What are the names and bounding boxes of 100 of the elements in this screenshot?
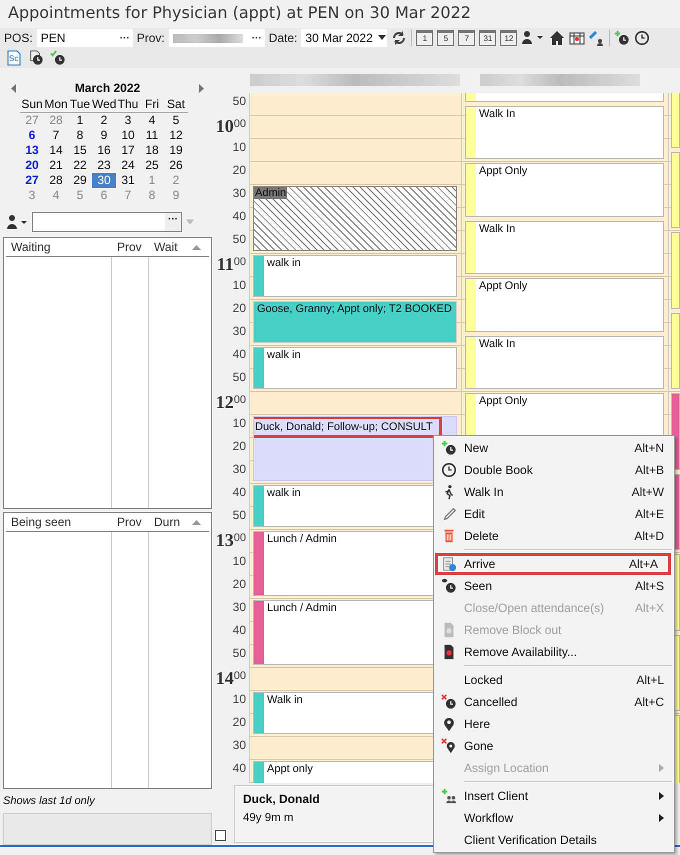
document-icon[interactable] [6,50,22,66]
calendar-view-button[interactable]: 31 [479,30,496,46]
calendar-view-button[interactable]: 12 [500,30,518,46]
calendar-view-button[interactable]: 7 [458,30,476,46]
calendar-day[interactable]: 29 [68,173,92,188]
calendar-day[interactable]: 10 [116,128,140,143]
weekday-label: Sun [20,96,44,113]
calendar-day[interactable]: 28 [44,173,68,188]
date-dropdown[interactable]: 30 Mar 2022 [301,29,388,47]
refresh-icon[interactable] [391,30,408,46]
home-icon[interactable] [549,30,566,46]
calendar-view-button[interactable]: 5 [437,30,454,46]
calendar-day[interactable]: 18 [140,143,164,158]
time-label: 50 [232,645,247,662]
person-filter-field[interactable]: ··· [32,212,182,232]
calendar-day[interactable]: 20 [20,158,44,173]
menu-item[interactable]: Insert Client [434,785,674,807]
calendar-view-button[interactable]: 1 [416,30,434,46]
column-header[interactable]: Durn [149,513,205,531]
calendar-day[interactable]: 25 [140,158,164,173]
calendar-day[interactable]: 21 [44,158,68,173]
time-label: 40 [232,208,247,225]
calendar-day[interactable]: 9 [92,128,116,143]
menu-item[interactable]: Locked Alt+L [434,669,674,691]
calendar-day[interactable]: 2 [92,113,116,128]
blocked-time[interactable]: Admin [253,186,457,251]
clock-cross-icon [441,694,457,710]
chevron-right-icon[interactable] [198,84,205,92]
menu-item[interactable]: Gone [434,735,674,757]
weekday-label: Mon [44,96,68,113]
location-pin-icon [441,716,457,732]
calendar-day[interactable]: 16 [92,143,116,158]
calendar-day[interactable]: 3 [116,113,140,128]
document-clock-icon[interactable] [28,50,44,66]
calendar-day[interactable]: 8 [68,128,92,143]
shortcut-text: Alt+X [634,601,664,615]
calendar-day[interactable]: 4 [140,113,164,128]
ellipsis-button[interactable]: ··· [250,32,264,44]
calendar-day[interactable]: 15 [68,143,92,158]
calendar-day[interactable]: 1 [68,113,92,128]
calendar-day[interactable]: 19 [164,143,188,158]
appointment[interactable]: Walk In [465,220,664,274]
calendar-day[interactable]: 5 [164,113,188,128]
calendar-day[interactable]: 26 [164,158,188,173]
column-header[interactable]: Waiting [6,238,112,256]
person-dropdown-icon[interactable] [6,214,28,230]
ellipsis-button[interactable]: ··· [118,32,132,44]
column-header[interactable]: Wait [149,238,205,256]
appointment-label: walk in [266,348,302,362]
calendar-day[interactable]: 14 [44,143,68,158]
calendar-day[interactable]: 30 [92,173,116,188]
calendar-day[interactable]: 23 [92,158,116,173]
calendar-day[interactable]: 24 [116,158,140,173]
column-header[interactable]: Being seen [6,513,112,531]
clock-check-icon[interactable] [50,50,66,66]
shortcut-text: Alt+L [636,673,664,687]
appointment[interactable]: Walk In [465,106,664,159]
appointment-label: Walk In [478,106,516,120]
calendar-day[interactable]: 27 [20,173,44,188]
appointment[interactable]: walk in [253,255,457,297]
appointment[interactable]: Duck, Donald; Follow-up; CONSULT [253,416,457,481]
calendar-day[interactable]: 11 [140,128,164,143]
appointment[interactable]: Appt Only [465,163,664,216]
appointment[interactable]: Appt Only [465,278,664,332]
time-label: 12$^{00}$ [215,392,247,414]
chevron-left-icon[interactable] [10,84,17,92]
menu-item[interactable]: Workflow [434,807,674,829]
weekday-label: Fri [140,96,164,113]
time-label: 30 [232,323,247,340]
calendar-day[interactable]: 12 [164,128,188,143]
calendar-day[interactable]: 22 [68,158,92,173]
blurred-value [172,34,243,42]
calendar-day[interactable]: 7 [44,128,68,143]
menu-item[interactable]: Client Verification Details [434,829,674,851]
pos-field[interactable]: PEN ··· [36,29,133,47]
time-label: 20 [232,300,247,317]
menu-item[interactable]: Arrive Alt+A [435,553,671,575]
time-label: 50 [232,369,247,386]
column-header[interactable]: Prov [112,513,149,531]
provider-field[interactable]: ··· [168,29,265,47]
time-label: 10$^{00}$ [215,116,247,138]
calendar-day[interactable]: 31 [116,173,140,188]
appointment[interactable]: Walk In [465,336,664,389]
calendar-day[interactable]: 6 [20,128,44,143]
clock-icon[interactable] [634,30,650,46]
clipboard-clock-icon [441,556,457,572]
clock-plus-icon[interactable] [614,30,630,46]
calendar-day[interactable]: 17 [116,143,140,158]
column-header[interactable]: Prov [112,238,149,256]
time-label: 50 [232,507,247,524]
pencil-people-icon[interactable] [589,30,606,46]
calendar-day[interactable]: 13 [20,143,44,158]
appointment[interactable]: Goose, Granny; Appt only; T2 BOOKED [253,301,457,343]
expand-icon[interactable] [215,830,226,841]
person-dropdown-icon[interactable] [521,30,546,46]
calendar-grid-icon[interactable] [569,30,586,46]
ellipsis-button[interactable]: ··· [165,213,181,231]
calendar-month: March 2022 [74,81,140,95]
appointment[interactable]: walk in [253,347,457,389]
time-label: 13$^{00}$ [215,530,247,552]
